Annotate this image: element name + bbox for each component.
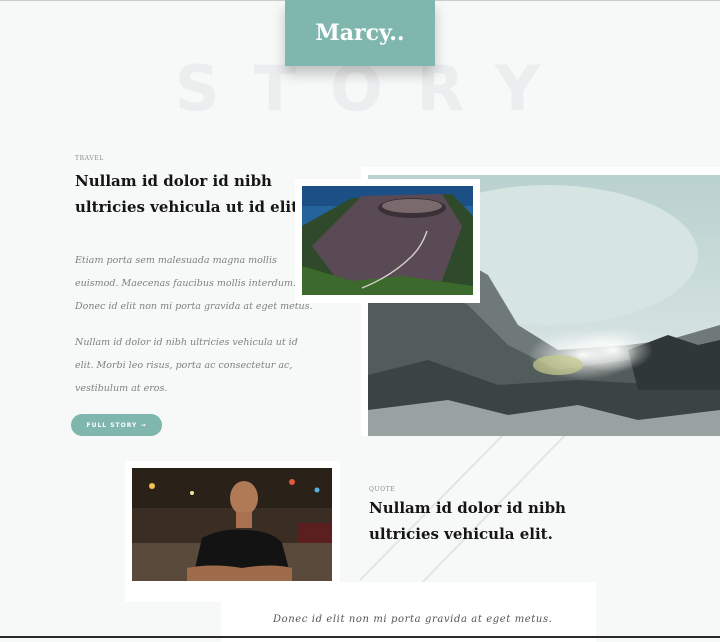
quote-card: Donec id elit non mi porta gravida at eg… <box>221 582 596 642</box>
site-logo[interactable]: Marcy.. <box>285 0 435 66</box>
full-story-button[interactable]: FULL STORY → <box>71 414 162 436</box>
story-title[interactable]: Nullam id dolor id nibh ultricies vehicu… <box>369 495 566 547</box>
story-title-line: ultricies vehicula elit. <box>369 525 553 543</box>
paragraph-line: elit. Morbi leo risus, porta ac consecte… <box>75 360 293 371</box>
story-title-line: ultricies vehicula ut id elit. <box>75 198 304 216</box>
paragraph-line: Etiam porta sem malesuada magna mollis <box>75 255 277 266</box>
paragraph-line: Donec id elit non mi porta gravida at eg… <box>75 301 313 312</box>
paragraph-line: euismod. Maecenas faucibus mollis interd… <box>75 278 296 289</box>
quote-text: Donec id elit non mi porta gravida at eg… <box>273 614 553 625</box>
story-paragraph: Etiam porta sem malesuada magna mollis e… <box>75 249 313 318</box>
story-title[interactable]: Nullam id dolor id nibh ultricies vehicu… <box>75 168 303 220</box>
paragraph-line: vestibulum at eros. <box>75 383 168 394</box>
story-category[interactable]: TRAVEL <box>75 155 104 162</box>
story-category[interactable]: QUOTE <box>369 486 395 493</box>
story-title-line: Nullam id dolor id nibh <box>75 172 272 190</box>
person-photo[interactable] <box>132 468 332 581</box>
story-title-line: Nullam id dolor id nibh <box>369 499 566 517</box>
logo-text: Marcy.. <box>315 20 405 46</box>
story-paragraph: Nullam id dolor id nibh ultricies vehicu… <box>75 331 298 400</box>
volcano-crater-image[interactable] <box>302 186 473 295</box>
paragraph-line: Nullam id dolor id nibh ultricies vehicu… <box>75 337 298 348</box>
